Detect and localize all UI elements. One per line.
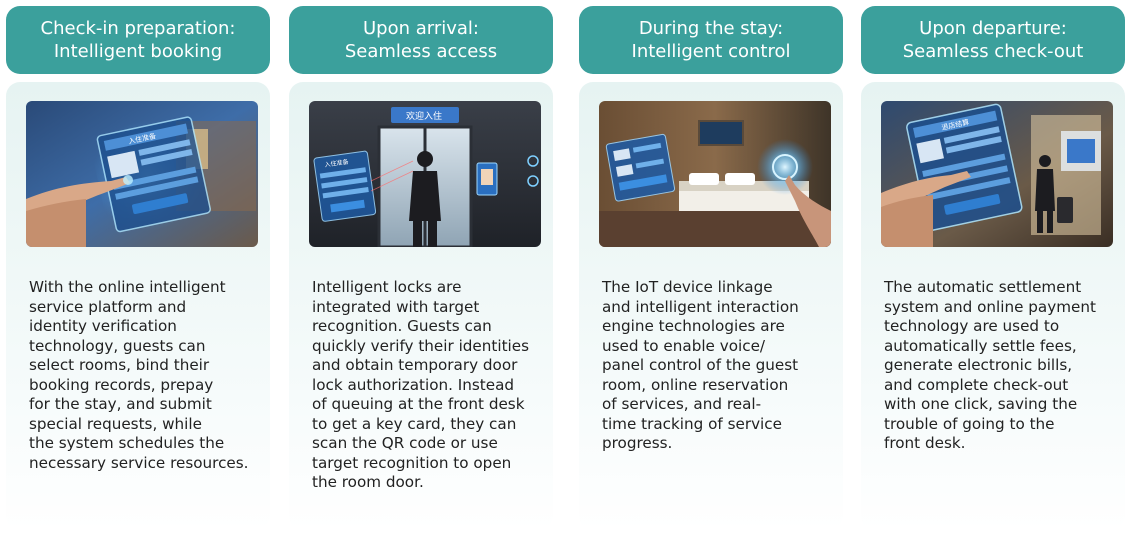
text-line: recognition. Guests can [312,317,492,335]
text-line: scan the QR code or use [312,434,498,452]
text-line: The automatic settlement [884,278,1082,296]
stage-header: During the stay: Intelligent control [579,6,843,74]
text-line: Intelligent locks are [312,278,462,296]
text-line: booking records, prepay [29,375,214,394]
text-line: With the online intelligent [29,278,226,296]
stage-title-line1: Upon departure: [919,18,1067,39]
text-line: target recognition to open [312,453,512,472]
text-line: room, online reservation [602,375,789,394]
text-line: service platform and [29,297,187,316]
stage-upon-arrival: Upon arrival: Seamless access 欢迎入住 入住准备 … [289,6,553,530]
image-label: 欢迎入住 [406,110,442,122]
stage-title-line1: Upon arrival: [362,18,479,39]
text-line: automatically settle fees, [884,336,1077,355]
text-line: technology are used to [884,317,1060,335]
booking-tablet-image: 入住准备 [26,101,258,247]
text-line: front desk. [884,434,966,452]
text-line: the room door. [312,473,424,491]
stage-during-stay: During the stay: Intelligent control The… [579,6,843,530]
text-line: generate electronic bills, [884,356,1073,374]
text-line: time tracking of service [602,414,782,433]
text-line: the system schedules the [29,434,225,452]
text-line: special requests, while [29,414,202,433]
stage-title-line2: Seamless access [344,41,498,62]
stage-header: Upon arrival: Seamless access [289,6,553,74]
text-line: used to enable voice/ [602,336,766,355]
stage-title-line1: During the stay: [638,18,784,39]
text-line: select rooms, bind their [29,356,210,374]
text-line: and intelligent interaction [602,297,799,316]
stage-title-line2: Intelligent booking [53,41,223,62]
text-line: of queuing at the front desk [312,395,525,413]
guest-room-control-image [599,101,831,247]
hotel-journey-infographic: Check-in preparation: Intelligent bookin… [0,0,1128,536]
text-line: and obtain temporary door [312,356,518,374]
stage-checkin-preparation: Check-in preparation: Intelligent bookin… [6,6,270,530]
stage-header: Check-in preparation: Intelligent bookin… [6,6,270,74]
text-line: with one click, saving the [884,395,1078,413]
text-line: of services, and real- [602,395,762,413]
text-line: to get a key card, they can [312,414,517,433]
text-line: lock authorization. Instead [312,375,515,394]
text-line: panel control of the guest [602,356,799,374]
text-line: integrated with target [312,297,480,316]
stage-header: Upon departure: Seamless check-out [861,6,1125,74]
stage-title-line2: Intelligent control [631,41,791,62]
text-line: quickly verify their identities [312,336,530,355]
stage-description: Intelligent locks are integrated with ta… [312,278,548,493]
stage-description: With the online intelligent service plat… [29,278,265,473]
text-line: for the stay, and submit [29,395,212,413]
text-line: and complete check-out [884,375,1069,394]
stage-title-line2: Seamless check-out [902,41,1084,62]
text-line: engine technologies are [602,317,785,335]
text-line: The IoT device linkage [602,278,773,296]
stage-description: The automatic settlement system and onli… [884,278,1120,454]
hotel-entrance-image: 欢迎入住 入住准备 [309,101,541,247]
text-line: necessary service resources. [29,453,249,472]
text-line: identity verification [29,317,177,335]
text-line: progress. [602,434,673,452]
stage-description: The IoT device linkage and intelligent i… [602,278,838,454]
text-line: system and online payment [884,297,1096,316]
text-line: trouble of going to the [884,414,1055,433]
stage-upon-departure: Upon departure: Seamless check-out 退店结算 … [861,6,1125,530]
checkout-tablet-image: 退店结算 [881,101,1113,247]
text-line: technology, guests can [29,336,206,355]
stage-title-line1: Check-in preparation: [40,18,236,39]
